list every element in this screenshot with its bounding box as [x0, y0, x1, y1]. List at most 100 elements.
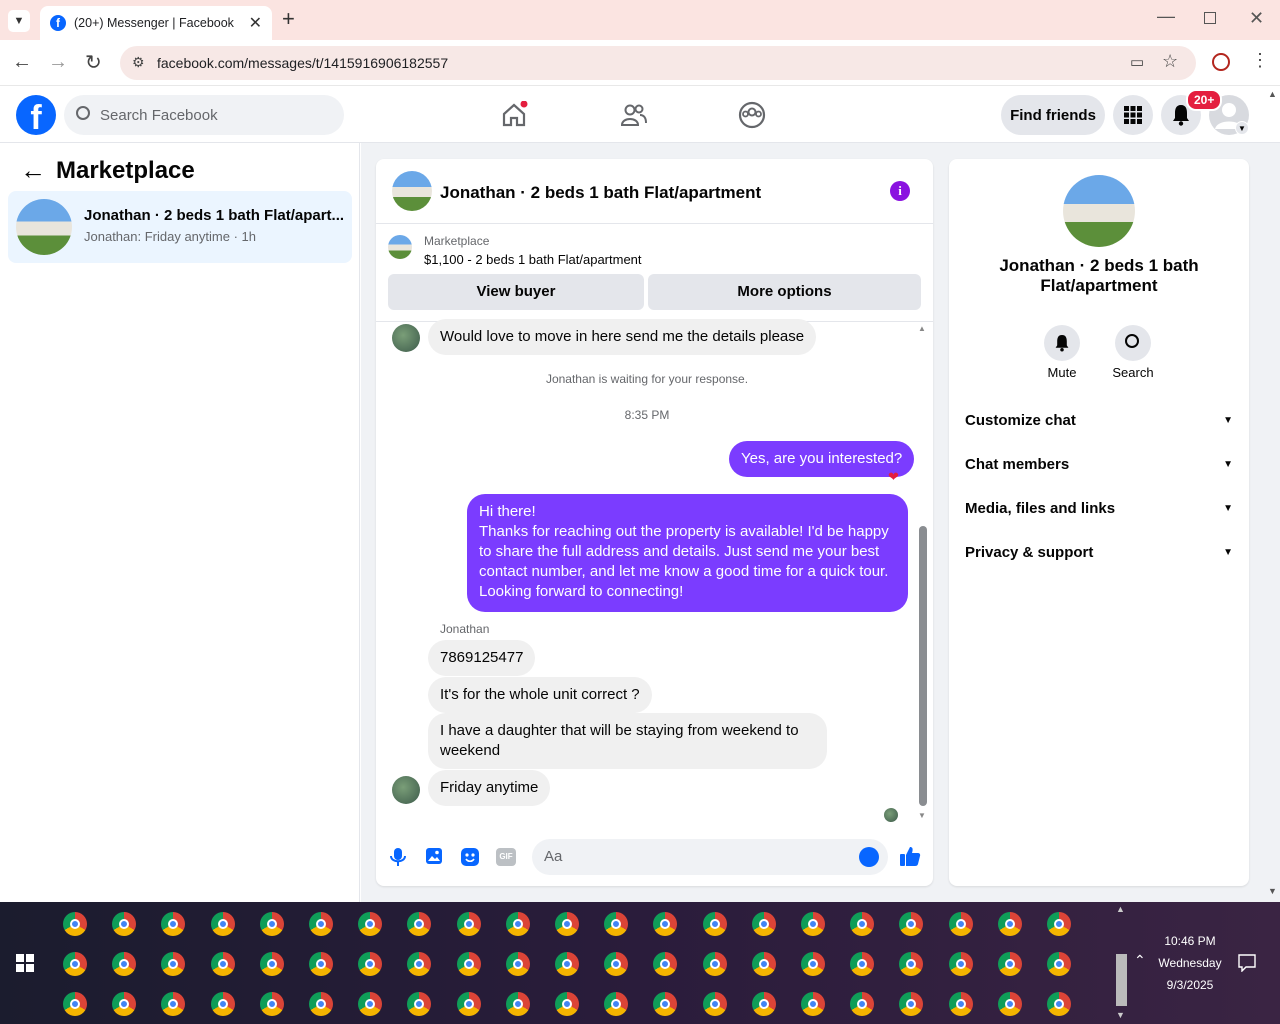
action-center-icon[interactable] [1238, 954, 1256, 972]
clock-date[interactable]: 9/3/2025 [1160, 978, 1220, 992]
view-buyer-button[interactable]: View buyer [388, 274, 644, 310]
scroll-down-icon[interactable]: ▼ [918, 811, 926, 820]
chrome-taskbar-icon[interactable] [555, 952, 579, 976]
browser-menu-icon[interactable]: ⋮ [1251, 50, 1269, 71]
chrome-taskbar-icon[interactable] [112, 952, 137, 976]
chrome-taskbar-icon[interactable] [309, 992, 333, 1016]
chrome-taskbar-icon[interactable] [702, 912, 727, 936]
chrome-taskbar-icon[interactable] [1047, 912, 1071, 936]
chrome-taskbar-icon[interactable] [997, 912, 1022, 936]
chrome-taskbar-icon[interactable] [358, 952, 383, 976]
minimize-window-icon[interactable]: — [1157, 6, 1175, 27]
facebook-logo-icon[interactable]: f [16, 95, 56, 135]
chrome-taskbar-icon[interactable] [505, 912, 530, 936]
bookmark-star-icon[interactable]: ☆ [1162, 51, 1178, 72]
message-incoming[interactable]: Friday anytime [428, 770, 551, 806]
chrome-taskbar-icon[interactable] [899, 952, 924, 976]
message-incoming[interactable]: It's for the whole unit correct ? [428, 677, 652, 713]
message-incoming[interactable]: Would love to move in here send me the d… [428, 319, 817, 355]
message-outgoing-long[interactable]: Hi there! Thanks for reaching out the pr… [467, 494, 908, 612]
chrome-taskbar-icon[interactable] [63, 912, 87, 936]
chrome-taskbar-icon[interactable] [259, 992, 284, 1016]
close-window-icon[interactable]: ✕ [1249, 8, 1264, 29]
back-arrow-icon[interactable]: ← [20, 155, 46, 186]
chrome-taskbar-icon[interactable] [358, 912, 383, 936]
chrome-taskbar-icon[interactable] [505, 952, 530, 976]
restore-window-icon[interactable] [1204, 12, 1216, 24]
windows-start-icon[interactable] [16, 954, 34, 972]
groups-icon[interactable] [738, 101, 766, 129]
customize-chat-section[interactable]: Customize chat ▼ [965, 412, 1233, 429]
chrome-taskbar-icon[interactable] [210, 912, 235, 936]
like-thumb-icon[interactable] [899, 845, 921, 867]
chrome-taskbar-icon[interactable] [63, 952, 87, 976]
chrome-taskbar-icon[interactable] [358, 992, 383, 1016]
chrome-taskbar-icon[interactable] [997, 992, 1022, 1016]
chrome-taskbar-icon[interactable] [653, 952, 678, 976]
home-icon[interactable] [500, 101, 528, 129]
chrome-taskbar-icon[interactable] [899, 912, 924, 936]
chrome-taskbar-icon[interactable] [751, 952, 776, 976]
microphone-icon[interactable] [389, 847, 407, 867]
chrome-taskbar-icon[interactable] [899, 992, 924, 1016]
chrome-taskbar-icon[interactable] [407, 992, 432, 1016]
chrome-taskbar-icon[interactable] [210, 992, 235, 1016]
chrome-taskbar-icon[interactable] [751, 912, 776, 936]
chrome-taskbar-icon[interactable] [407, 952, 432, 976]
chrome-taskbar-icon[interactable] [801, 952, 825, 976]
privacy-support-section[interactable]: Privacy & support ▼ [965, 544, 1233, 561]
chrome-taskbar-icon[interactable] [604, 912, 629, 936]
chrome-taskbar-icon[interactable] [259, 912, 284, 936]
message-incoming[interactable]: I have a daughter that will be staying f… [428, 713, 827, 769]
chrome-taskbar-icon[interactable] [702, 992, 727, 1016]
message-outgoing[interactable]: Yes, are you interested? [729, 441, 915, 477]
sender-avatar[interactable] [392, 776, 420, 804]
menu-grid-icon[interactable] [1113, 95, 1153, 135]
chat-header-avatar[interactable] [392, 171, 432, 211]
chrome-taskbar-icon[interactable] [997, 952, 1022, 976]
search-button[interactable] [1115, 325, 1151, 361]
chrome-taskbar-icon[interactable] [407, 912, 432, 936]
messages-scrollbar[interactable] [919, 526, 927, 806]
taskbar-scrollbar[interactable] [1116, 954, 1127, 1006]
listing-description[interactable]: $1,100 - 2 beds 1 bath Flat/apartment [424, 252, 642, 267]
page-scroll-down-icon[interactable]: ▼ [1268, 886, 1277, 896]
search-facebook-input[interactable]: Search Facebook [64, 95, 344, 135]
hidden-icons-chevron-icon[interactable]: ⌃ [1134, 952, 1146, 969]
account-chevron-icon[interactable]: ▼ [1235, 121, 1249, 135]
chat-header-title[interactable]: Jonathan · 2 beds 1 bath Flat/apartment [440, 183, 761, 203]
chrome-taskbar-icon[interactable] [653, 992, 678, 1016]
chrome-taskbar-icon[interactable] [456, 912, 481, 936]
taskbar-scroll-up-icon[interactable]: ▲ [1116, 904, 1125, 914]
forward-icon[interactable]: → [48, 51, 68, 74]
chrome-taskbar-icon[interactable] [604, 992, 629, 1016]
chrome-taskbar-icon[interactable] [161, 952, 186, 976]
new-tab-icon[interactable]: + [282, 6, 295, 32]
chrome-taskbar-icon[interactable] [309, 912, 333, 936]
photo-icon[interactable] [425, 847, 443, 865]
listing-thumbnail[interactable] [388, 235, 412, 259]
close-tab-icon[interactable]: ✕ [249, 13, 262, 33]
chrome-taskbar-icon[interactable] [210, 952, 235, 976]
chrome-taskbar-icon[interactable] [555, 992, 579, 1016]
chrome-taskbar-icon[interactable] [63, 992, 87, 1016]
site-info-icon[interactable]: ⚙ [132, 54, 145, 71]
find-friends-button[interactable]: Find friends [1001, 95, 1105, 135]
chrome-taskbar-icon[interactable] [112, 992, 137, 1016]
chrome-taskbar-icon[interactable] [948, 912, 973, 936]
chrome-taskbar-icon[interactable] [702, 952, 727, 976]
chrome-taskbar-icon[interactable] [505, 992, 530, 1016]
chrome-taskbar-icon[interactable] [850, 992, 875, 1016]
chrome-taskbar-icon[interactable] [1047, 992, 1071, 1016]
friends-icon[interactable] [619, 101, 647, 129]
message-incoming[interactable]: 7869125477 [428, 640, 536, 676]
sticker-icon[interactable] [460, 847, 480, 867]
clock-time[interactable]: 10:46 PM [1160, 934, 1220, 948]
conversation-list-item[interactable]: Jonathan · 2 beds 1 bath Flat/apart... J… [8, 191, 352, 263]
chrome-taskbar-icon[interactable] [161, 912, 186, 936]
chrome-taskbar-icon[interactable] [850, 952, 875, 976]
more-options-button[interactable]: More options [648, 274, 921, 310]
page-scroll-up-icon[interactable]: ▲ [1268, 89, 1277, 99]
chrome-taskbar-icon[interactable] [456, 992, 481, 1016]
sender-avatar[interactable] [392, 324, 420, 352]
